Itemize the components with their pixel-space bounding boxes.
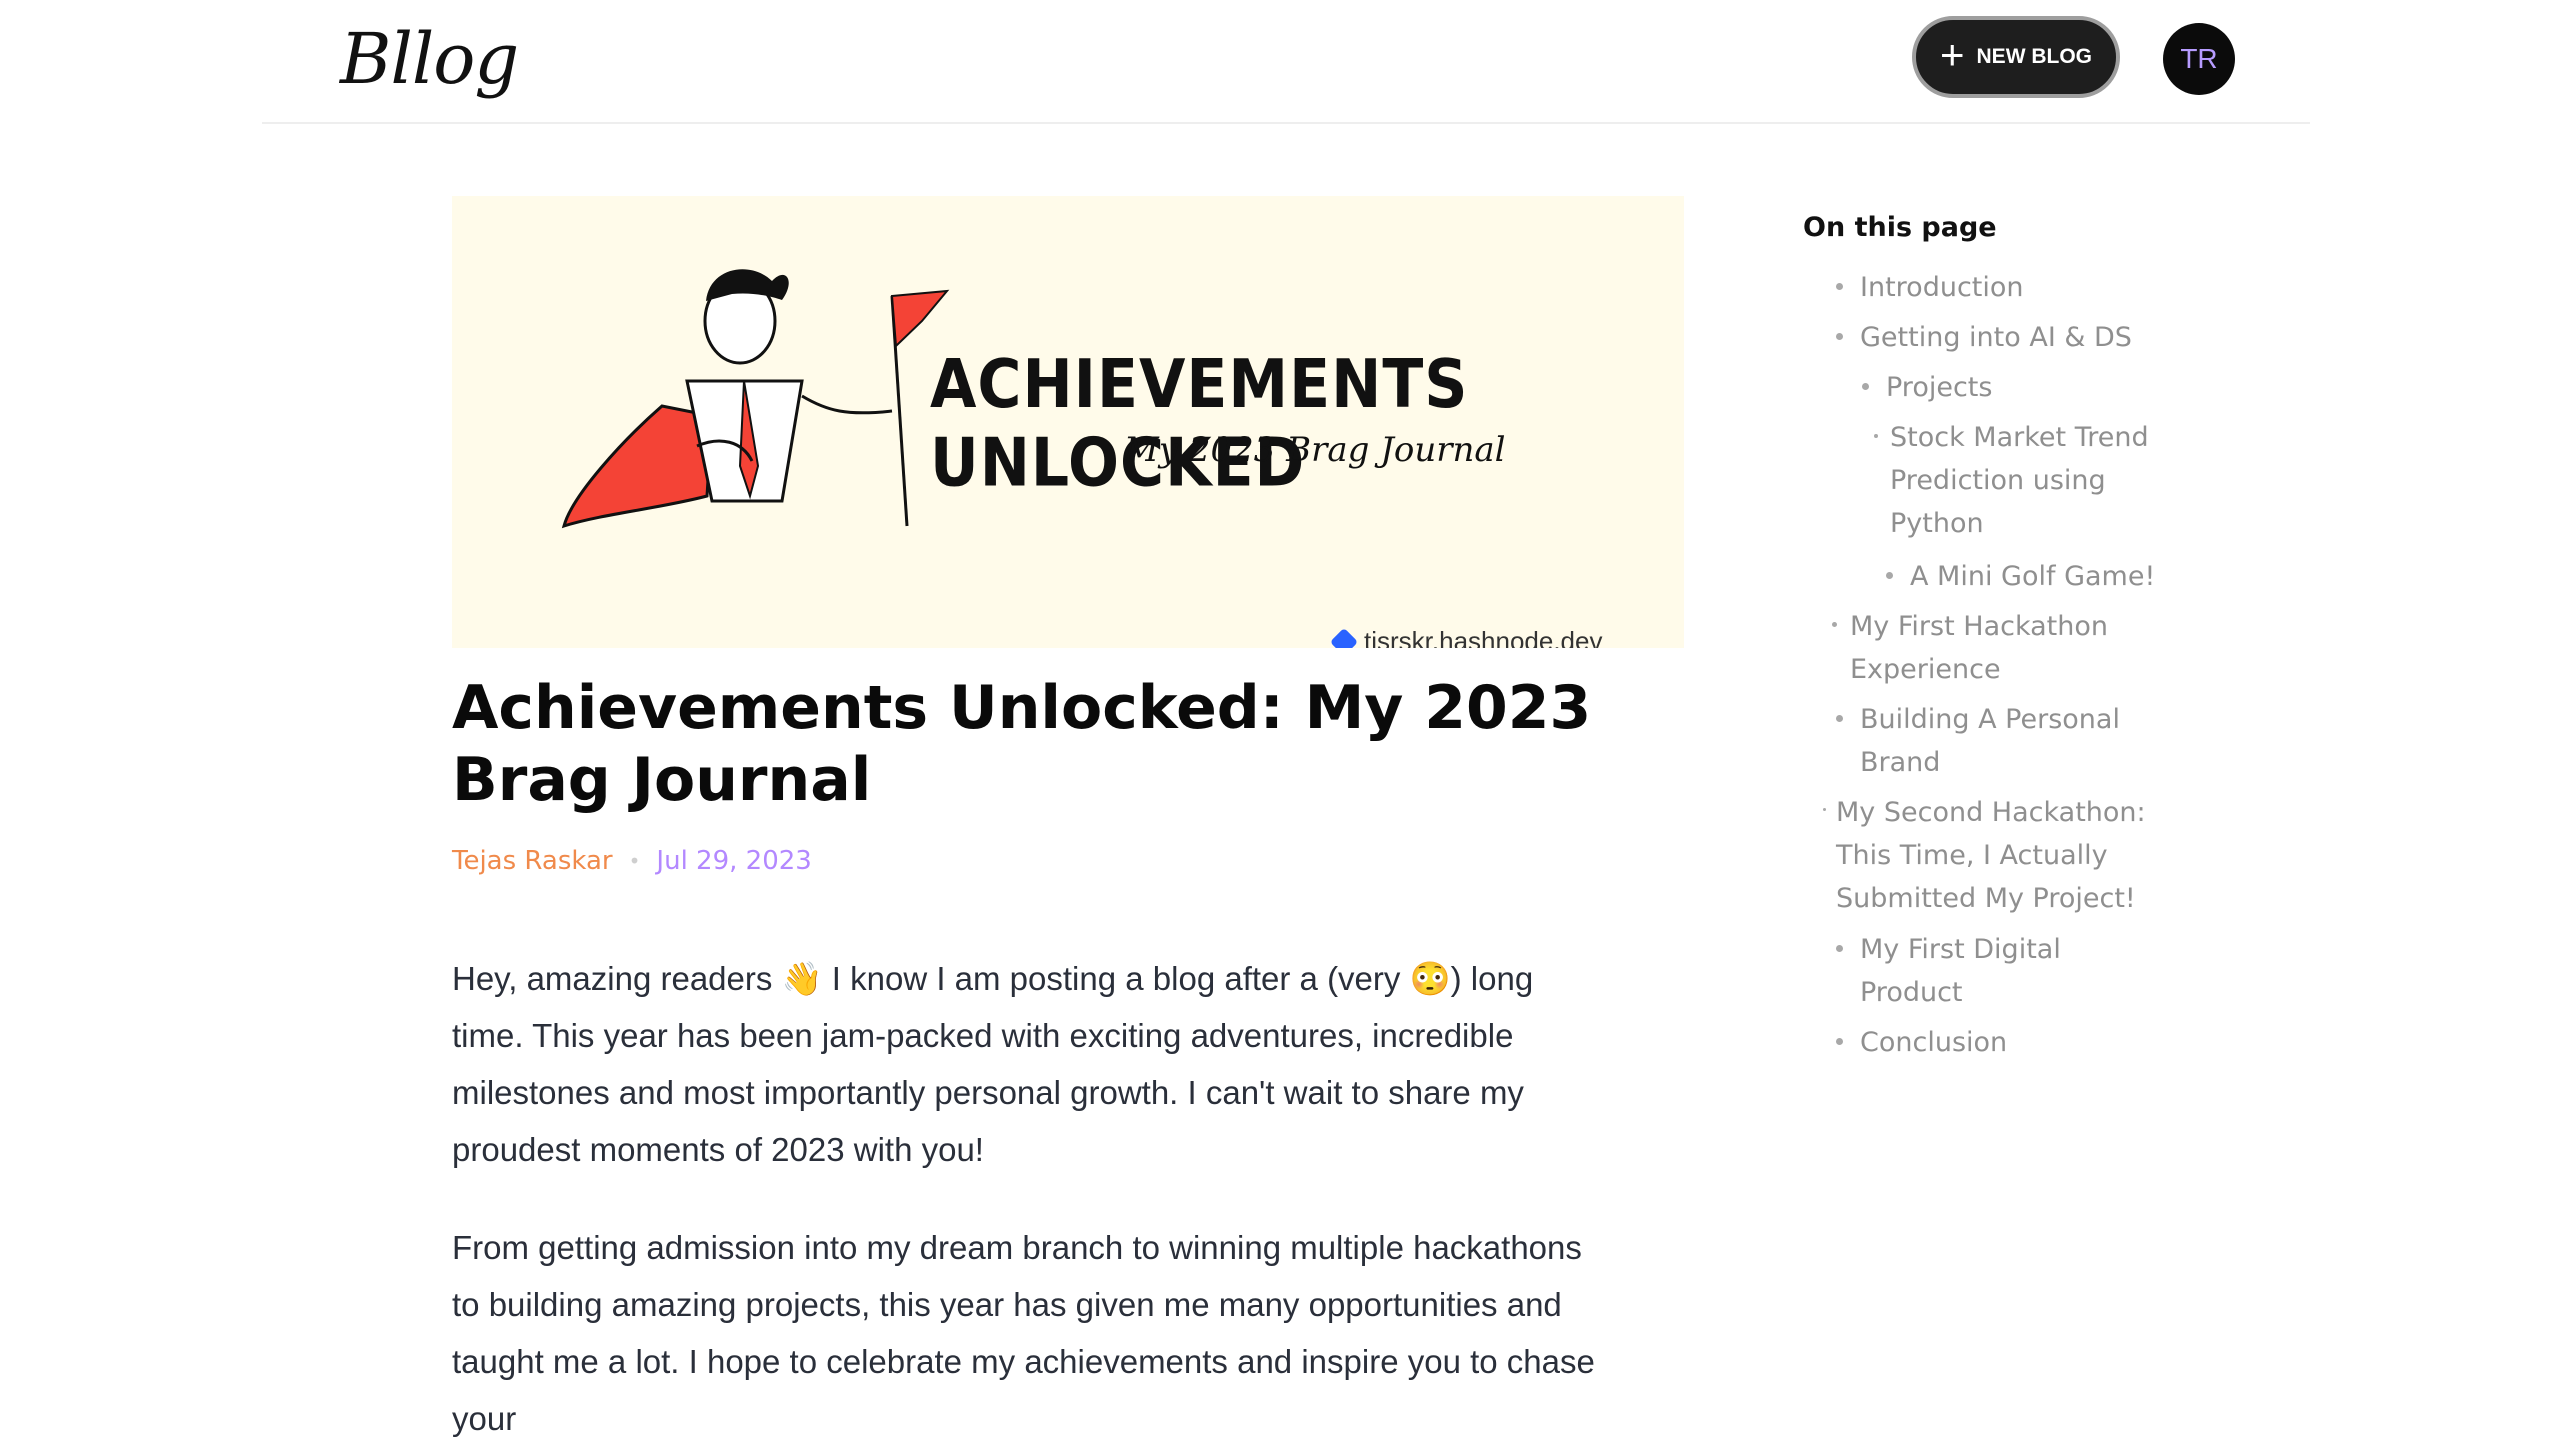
toc-bullet [1836,333,1843,340]
plus-icon: + [1939,31,1965,78]
toc-bullet [1874,434,1878,438]
meta-separator: • [628,849,641,873]
toc-item-conclusion[interactable]: Conclusion [1860,1021,2160,1064]
toc-item-second-hackathon[interactable]: My Second Hackathon: This Time, I Actual… [1836,791,2166,920]
toc-item-personal-brand[interactable]: Building A Personal Brand [1860,698,2150,784]
post-date: Jul 29, 2023 [656,846,812,876]
toc-title: On this page [1803,212,1997,243]
toc-item-ai-ds[interactable]: Getting into AI & DS [1860,316,2200,359]
toc-bullet [1836,283,1843,290]
user-avatar[interactable]: TR [2163,23,2235,95]
toc-item-digital-product[interactable]: My First Digital Product [1860,928,2120,1014]
site-logo[interactable]: Bllog [340,18,519,100]
toc-item-introduction[interactable]: Introduction [1860,266,2200,309]
toc-bullet [1823,808,1826,811]
hashnode-icon [1329,627,1359,648]
toc-bullet [1836,945,1843,952]
post-title: Achievements Unlocked: My 2023 Brag Jour… [452,673,1592,815]
cover-subtitle: My 2023 Brag Journal [1124,430,1506,470]
new-blog-label: NEW BLOG [1976,45,2093,68]
toc-bullet [1832,622,1837,627]
new-blog-button[interactable]: + NEW BLOG [1912,16,2120,98]
post-paragraph-2: From getting admission into my dream bra… [452,1229,1595,1437]
toc-bullet [1836,1038,1843,1045]
post-meta: Tejas Raskar • Jul 29, 2023 [452,846,812,876]
toc-bullet [1836,715,1843,722]
cover-image: ACHIEVEMENTS UNLOCKED My 2023 Brag Journ… [452,196,1684,648]
author-link[interactable]: Tejas Raskar [452,846,613,876]
toc-bullet [1862,383,1869,390]
toc-item-mini-golf[interactable]: A Mini Golf Game! [1910,555,2230,598]
post-paragraph-1: Hey, amazing readers 👋 I know I am posti… [452,960,1534,1168]
toc-item-projects[interactable]: Projects [1886,366,2206,409]
cover-footer-text: tjsrskr.hashnode.dev [1364,626,1603,648]
site-header: Bllog + NEW BLOG TR [262,0,2310,124]
toc-item-stock-market[interactable]: Stock Market Trend Prediction using Pyth… [1890,416,2160,545]
cover-footer: tjsrskr.hashnode.dev [1329,626,1603,648]
cover-title: ACHIEVEMENTS UNLOCKED [930,345,1469,503]
toc-item-first-hackathon[interactable]: My First Hackathon Experience [1850,605,2140,691]
toc-bullet [1886,572,1893,579]
